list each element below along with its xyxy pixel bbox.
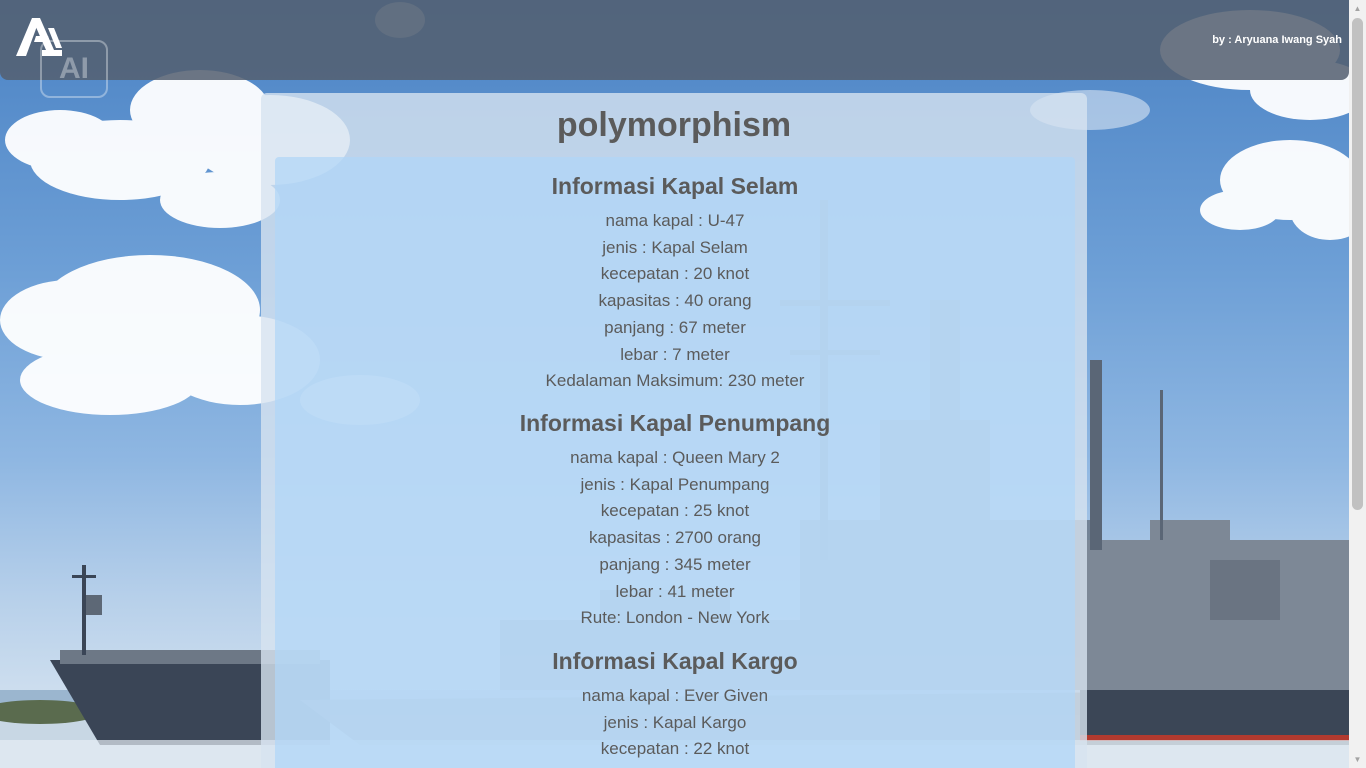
top-header: AI by : Aryuana Iwang Syah bbox=[0, 0, 1349, 98]
page-title: polymorphism bbox=[556, 106, 792, 144]
ai-watermark: AI bbox=[40, 40, 108, 98]
info-line: nama kapal : U-47 bbox=[605, 211, 745, 230]
info-line: jenis : Kapal Penumpang bbox=[580, 474, 770, 494]
section-kapal-kargo: Informasi Kapal Kargo nama kapal : Ever … bbox=[275, 646, 1075, 763]
scroll-down-icon[interactable]: ▼ bbox=[1349, 751, 1366, 768]
section-kapal-penumpang: Informasi Kapal Penumpang nama kapal : Q… bbox=[275, 408, 1075, 632]
info-line: nama kapal : Ever Given bbox=[581, 686, 769, 705]
info-line: nama kapal : Queen Mary 2 bbox=[570, 448, 780, 467]
info-line: panjang : 67 meter bbox=[604, 317, 746, 337]
info-line: panjang : 345 meter bbox=[599, 554, 751, 574]
info-line: kapasitas : 2700 orang bbox=[588, 528, 761, 548]
section-heading: Informasi Kapal Selam bbox=[551, 173, 799, 199]
info-line: jenis : Kapal Kargo bbox=[603, 712, 747, 732]
section-heading: Informasi Kapal Penumpang bbox=[519, 410, 831, 436]
info-panel: Informasi Kapal Selam nama kapal : U-47 … bbox=[275, 157, 1075, 768]
info-line: kapasitas : 40 orang bbox=[598, 291, 752, 311]
info-line: lebar : 7 meter bbox=[620, 344, 730, 364]
section-kapal-selam: Informasi Kapal Selam nama kapal : U-47 … bbox=[275, 171, 1075, 395]
info-line: kecepatan : 20 knot bbox=[600, 264, 750, 284]
section-heading: Informasi Kapal Kargo bbox=[552, 648, 798, 674]
info-line: kecepatan : 22 knot bbox=[600, 739, 750, 759]
info-line: lebar : 41 meter bbox=[615, 581, 735, 601]
info-line: jenis : Kapal Selam bbox=[602, 237, 748, 257]
info-line: Rute: London - New York bbox=[580, 608, 770, 628]
author-byline: by : Aryuana Iwang Syah bbox=[1212, 34, 1342, 46]
info-line: kecepatan : 25 knot bbox=[600, 501, 750, 521]
scroll-thumb[interactable] bbox=[1352, 18, 1363, 510]
scroll-up-icon[interactable]: ▲ bbox=[1349, 0, 1366, 17]
content-card: polymorphism Informasi Kapal Selam nama … bbox=[261, 93, 1087, 768]
vertical-scrollbar[interactable]: ▲ ▼ bbox=[1349, 0, 1366, 768]
info-line: Kedalaman Maksimum: 230 meter bbox=[545, 371, 805, 391]
